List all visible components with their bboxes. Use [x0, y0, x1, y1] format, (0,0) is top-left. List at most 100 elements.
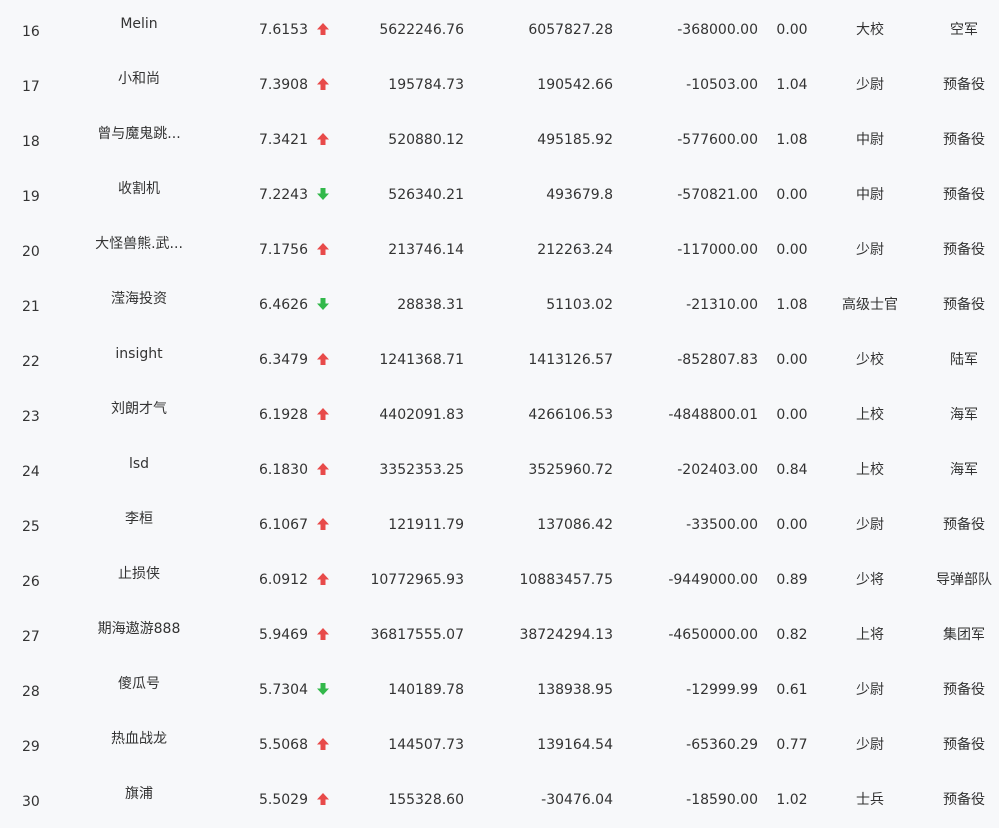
arrow-up-icon: [316, 242, 330, 258]
value-3-cell: -577600.00: [677, 132, 758, 148]
ratio-cell: 1.02: [776, 792, 808, 808]
trader-name[interactable]: Melin: [80, 15, 198, 33]
ratio-cell: 0.00: [776, 517, 808, 533]
military-rank-cell: 少尉: [856, 242, 884, 258]
rank-cell: 29: [22, 739, 40, 755]
military-rank-cell: 少尉: [856, 682, 884, 698]
value-1-cell: 1241368.71: [379, 352, 464, 368]
value-2-cell: 138938.95: [537, 682, 613, 698]
table-row: 21 滢海投资 6.4626 28838.31 51103.02 -21310.…: [0, 278, 999, 333]
trader-name[interactable]: 热血战龙: [80, 730, 198, 748]
unit-cell: 预备役: [943, 737, 985, 753]
value-3-cell: -18590.00: [686, 792, 758, 808]
score-cell: 7.2243: [259, 187, 308, 203]
unit-cell: 预备役: [943, 682, 985, 698]
arrow-down-icon: [316, 187, 330, 203]
value-3-cell: -570821.00: [677, 187, 758, 203]
trader-name[interactable]: lsd: [80, 455, 198, 473]
unit-cell: 预备役: [943, 297, 985, 313]
value-3-cell: -10503.00: [686, 77, 758, 93]
arrow-up-icon: [316, 627, 330, 643]
rank-cell: 18: [22, 134, 40, 150]
value-3-cell: -21310.00: [686, 297, 758, 313]
ratio-cell: 1.08: [776, 297, 808, 313]
military-rank-cell: 士兵: [856, 792, 884, 808]
trader-name[interactable]: 旗浦: [80, 785, 198, 803]
value-1-cell: 28838.31: [397, 297, 464, 313]
value-1-cell: 4402091.83: [379, 407, 464, 423]
value-2-cell: 51103.02: [546, 297, 613, 313]
unit-cell: 集团军: [943, 627, 985, 643]
ratio-cell: 1.08: [776, 132, 808, 148]
ratio-cell: 0.61: [776, 682, 808, 698]
score-cell: 7.1756: [259, 242, 308, 258]
value-1-cell: 213746.14: [388, 242, 464, 258]
trader-name[interactable]: insight: [80, 345, 198, 363]
score-cell: 5.7304: [259, 682, 308, 698]
rank-cell: 22: [22, 354, 40, 370]
table-row: 27 期海遨游888 5.9469 36817555.07 38724294.1…: [0, 608, 999, 663]
table-row: 17 小和尚 7.3908 195784.73 190542.66 -10503…: [0, 58, 999, 113]
military-rank-cell: 上校: [856, 407, 884, 423]
score-cell: 6.1928: [259, 407, 308, 423]
table-row: 28 傻瓜号 5.7304 140189.78 138938.95 -12999…: [0, 663, 999, 718]
value-1-cell: 195784.73: [388, 77, 464, 93]
value-1-cell: 520880.12: [388, 132, 464, 148]
unit-cell: 陆军: [950, 352, 978, 368]
score-cell: 7.3908: [259, 77, 308, 93]
value-1-cell: 36817555.07: [370, 627, 464, 643]
rank-cell: 23: [22, 409, 40, 425]
rank-cell: 30: [22, 794, 40, 810]
value-3-cell: -4848800.01: [668, 407, 758, 423]
rank-cell: 17: [22, 79, 40, 95]
trader-name[interactable]: 期海遨游888: [80, 620, 198, 638]
unit-cell: 预备役: [943, 77, 985, 93]
value-1-cell: 526340.21: [388, 187, 464, 203]
trader-name[interactable]: 收割机: [80, 180, 198, 198]
value-2-cell: 1413126.57: [528, 352, 613, 368]
value-2-cell: 4266106.53: [528, 407, 613, 423]
military-rank-cell: 少尉: [856, 517, 884, 533]
military-rank-cell: 中尉: [856, 187, 884, 203]
trader-name[interactable]: 小和尚: [80, 70, 198, 88]
table-row: 18 曾与魔鬼跳... 7.3421 520880.12 495185.92 -…: [0, 113, 999, 168]
rank-cell: 26: [22, 574, 40, 590]
rank-cell: 28: [22, 684, 40, 700]
table-row: 24 lsd 6.1830 3352353.25 3525960.72 -202…: [0, 443, 999, 498]
trader-name[interactable]: 滢海投资: [80, 290, 198, 308]
score-cell: 7.3421: [259, 132, 308, 148]
value-2-cell: 139164.54: [537, 737, 613, 753]
trader-name[interactable]: 傻瓜号: [80, 675, 198, 693]
military-rank-cell: 上将: [856, 627, 884, 643]
table-row: 25 李桓 6.1067 121911.79 137086.42 -33500.…: [0, 498, 999, 553]
unit-cell: 预备役: [943, 517, 985, 533]
rank-cell: 24: [22, 464, 40, 480]
rank-cell: 27: [22, 629, 40, 645]
trader-name[interactable]: 大怪兽熊.武...: [80, 235, 198, 253]
rank-cell: 21: [22, 299, 40, 315]
unit-cell: 海军: [950, 462, 978, 478]
military-rank-cell: 少尉: [856, 77, 884, 93]
unit-cell: 预备役: [943, 132, 985, 148]
trader-name[interactable]: 止损侠: [80, 565, 198, 583]
table-row: 16 Melin 7.6153 5622246.76 6057827.28 -3…: [0, 3, 999, 58]
value-2-cell: 3525960.72: [528, 462, 613, 478]
table-row: 20 大怪兽熊.武... 7.1756 213746.14 212263.24 …: [0, 223, 999, 278]
value-2-cell: 495185.92: [537, 132, 613, 148]
trader-name[interactable]: 曾与魔鬼跳...: [80, 125, 198, 143]
table-row: 23 刘朗才气 6.1928 4402091.83 4266106.53 -48…: [0, 388, 999, 443]
table-row: 26 止损侠 6.0912 10772965.93 10883457.75 -9…: [0, 553, 999, 608]
military-rank-cell: 中尉: [856, 132, 884, 148]
value-3-cell: -117000.00: [677, 242, 758, 258]
ratio-cell: 0.00: [776, 242, 808, 258]
table-row: 29 热血战龙 5.5068 144507.73 139164.54 -6536…: [0, 718, 999, 773]
arrow-up-icon: [316, 517, 330, 533]
trader-name[interactable]: 刘朗才气: [80, 400, 198, 418]
ratio-cell: 0.00: [776, 187, 808, 203]
rank-cell: 20: [22, 244, 40, 260]
unit-cell: 预备役: [943, 792, 985, 808]
trader-name[interactable]: 李桓: [80, 510, 198, 528]
unit-cell: 空军: [950, 22, 978, 38]
value-3-cell: -9449000.00: [668, 572, 758, 588]
unit-cell: 预备役: [943, 187, 985, 203]
